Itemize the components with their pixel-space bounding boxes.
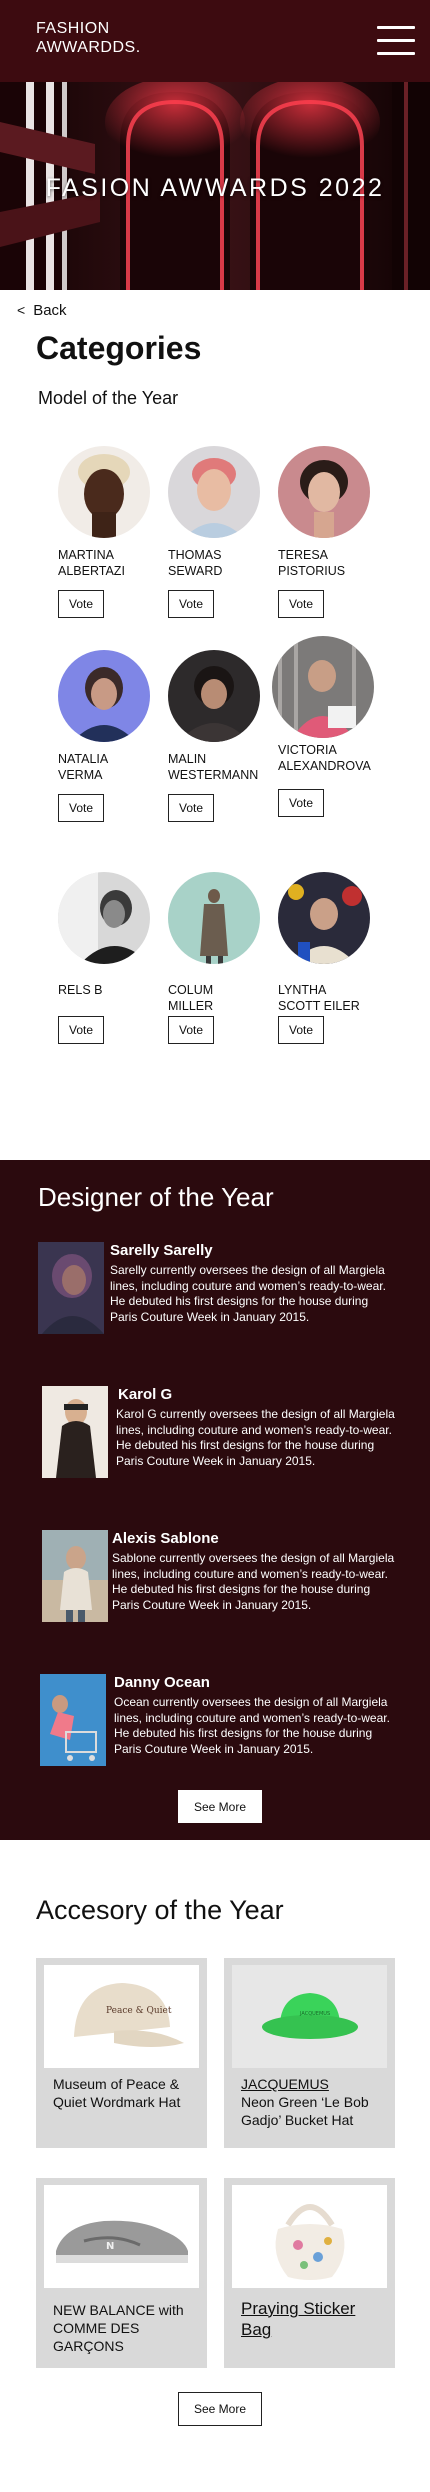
svg-text:JACQUEMUS: JACQUEMUS — [299, 2011, 330, 2017]
accessory-label: NEW BALANCE with COMME DES GARÇONS — [53, 2302, 184, 2354]
designer-photo — [40, 1674, 106, 1766]
hero-title: FASION AWWARDS 2022 — [45, 174, 385, 202]
model-avatar — [278, 872, 370, 964]
model-avatar — [272, 636, 374, 738]
vote-button[interactable]: Vote — [168, 590, 214, 618]
designer-photo — [42, 1530, 108, 1622]
page: FASHION AWWARDDS. FASION AWWARDS 2022 < … — [0, 0, 430, 2492]
model-name: MALIN WESTERMANN — [168, 752, 259, 782]
designer-description: Ocean currently oversees the design of a… — [114, 1695, 390, 1756]
chevron-left-icon: < — [17, 302, 26, 318]
vote-button[interactable]: Vote — [58, 794, 104, 822]
model-avatar — [168, 872, 260, 964]
vote-button[interactable]: Vote — [278, 590, 324, 618]
designer-item: Danny Ocean Ocean currently oversees the… — [38, 1674, 398, 1770]
vote-button[interactable]: Vote — [168, 794, 214, 822]
model-name: RELS B — [58, 983, 103, 997]
model-name: NATALIA VERMA — [58, 752, 109, 782]
designer-description: Sablone currently oversees the design of… — [112, 1551, 395, 1612]
model-card: COLUM MILLER Vote — [158, 872, 270, 1044]
accessory-image: Peace & Quiet — [44, 1965, 199, 2068]
model-section-heading: Model of the Year — [38, 388, 179, 408]
model-name: LYNTHA SCOTT EILER — [278, 983, 360, 1013]
model-name: VICTORIA ALEXANDROVA — [278, 743, 371, 773]
accessory-label: Museum of Peace & Quiet Wordmark Hat — [53, 2076, 181, 2110]
designer-item: Sarelly Sarelly Sarelly currently overse… — [38, 1242, 398, 1338]
model-card: TERESA PISTORIUS Vote — [268, 446, 380, 618]
designer-description: Sarelly currently oversees the design of… — [110, 1263, 386, 1324]
designer-name: Sarelly Sarelly — [110, 1242, 213, 1259]
model-name: TERESA PISTORIUS — [278, 548, 346, 578]
hero-banner: FASION AWWARDS 2022 — [0, 82, 430, 290]
vote-button[interactable]: Vote — [278, 789, 324, 817]
brand-line-2: AWWARDDS. — [36, 39, 141, 56]
designer-see-more-button[interactable]: See More — [178, 1790, 262, 1823]
accessory-card[interactable]: Peace & Quiet Museum of Peace & Quiet Wo… — [36, 1958, 207, 2148]
accessory-label: Neon Green ‘Le Bob Gadjo’ Bucket Hat — [241, 2094, 369, 2128]
hamburger-menu-icon[interactable] — [377, 26, 415, 56]
brand-line-1: FASHION — [36, 20, 110, 37]
accessory-brand-link[interactable]: JACQUEMUS — [241, 2075, 389, 2093]
model-name: MARTINA ALBERTAZI — [58, 548, 125, 578]
vote-button[interactable]: Vote — [168, 1016, 214, 1044]
vote-button[interactable]: Vote — [58, 590, 104, 618]
accessory-section-heading: Accesory of the Year — [36, 1895, 284, 1925]
page-title: Categories — [36, 330, 202, 366]
accessory-image: JACQUEMUS — [232, 1965, 387, 2068]
model-avatar — [168, 650, 260, 742]
model-card: LYNTHA SCOTT EILER Vote — [268, 872, 380, 1044]
designer-photo — [38, 1242, 104, 1334]
top-bar: FASHION AWWARDDS. — [0, 0, 430, 82]
designer-name: Danny Ocean — [114, 1674, 210, 1691]
accessory-card[interactable]: Praying Sticker Bag — [224, 2178, 395, 2368]
model-name: THOMAS SEWARD — [168, 548, 223, 578]
brand-logo[interactable]: FASHION AWWARDDS. — [36, 19, 141, 57]
designer-name: Alexis Sablone — [112, 1530, 219, 1547]
accessory-link[interactable]: Praying Sticker Bag — [241, 2298, 389, 2340]
accessory-image — [232, 2185, 387, 2288]
vote-button[interactable]: Vote — [58, 1016, 104, 1044]
accessory-label-group: JACQUEMUS Neon Green ‘Le Bob Gadjo’ Buck… — [241, 2075, 389, 2129]
back-label: Back — [33, 302, 67, 319]
svg-text:Peace & Quiet: Peace & Quiet — [106, 2006, 172, 2016]
designer-section-heading: Designer of the Year — [38, 1182, 274, 1212]
model-avatar — [58, 872, 150, 964]
model-avatar — [278, 446, 370, 538]
svg-text:N: N — [106, 2241, 114, 2252]
back-link[interactable]: < Back — [17, 302, 67, 319]
model-card: RELS B Vote — [48, 872, 160, 1044]
designer-item: Alexis Sablone Sablone currently oversee… — [38, 1530, 398, 1626]
model-name: COLUM MILLER — [168, 983, 214, 1013]
accessory-label: Praying Sticker Bag — [241, 2299, 356, 2339]
designer-photo — [42, 1386, 108, 1478]
model-card: MARTINA ALBERTAZI Vote — [48, 446, 160, 618]
model-card: MALIN WESTERMANN Vote — [158, 650, 270, 822]
model-card: NATALIA VERMA Vote — [48, 650, 160, 822]
designer-item: Karol G Karol G currently oversees the d… — [38, 1386, 398, 1482]
designer-name: Karol G — [118, 1386, 173, 1403]
model-avatar — [58, 446, 150, 538]
accessory-see-more-button[interactable]: See More — [178, 2392, 262, 2426]
vote-button[interactable]: Vote — [278, 1016, 324, 1044]
model-card: THOMAS SEWARD Vote — [158, 446, 270, 618]
designer-section: Designer of the Year Sarelly Sarelly Sar… — [0, 1160, 430, 1840]
model-avatar — [58, 650, 150, 742]
designer-description: Karol G currently oversees the design of… — [116, 1407, 395, 1468]
model-card: VICTORIA ALEXANDROVA Vote — [268, 636, 398, 817]
accessory-image: N — [44, 2185, 199, 2288]
accessory-card[interactable]: JACQUEMUS JACQUEMUS Neon Green ‘Le Bob G… — [224, 1958, 395, 2148]
accessory-card[interactable]: N NEW BALANCE with COMME DES GARÇONS — [36, 2178, 207, 2368]
model-avatar — [168, 446, 260, 538]
